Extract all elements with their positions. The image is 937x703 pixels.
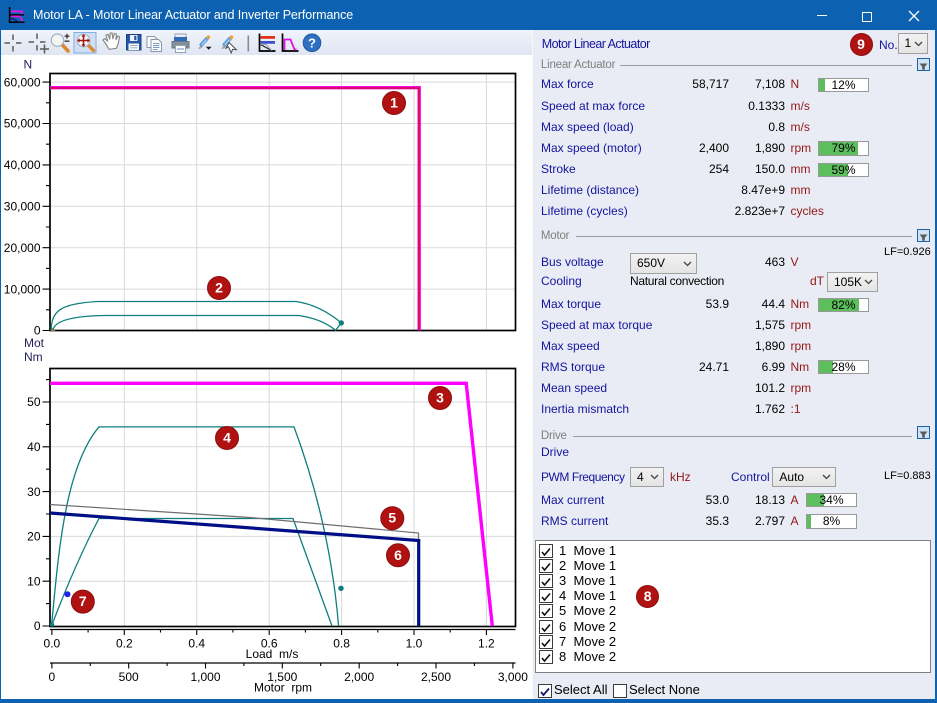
svg-text:1.0: 1.0 xyxy=(406,637,423,651)
svg-text:20: 20 xyxy=(27,530,41,544)
svg-text:7: 7 xyxy=(79,593,87,609)
svg-text:2: 2 xyxy=(215,280,223,296)
svg-text:30: 30 xyxy=(27,485,41,499)
svg-text:3,000: 3,000 xyxy=(498,670,528,684)
svg-text:0.8: 0.8 xyxy=(333,637,350,651)
svg-text:50,000: 50,000 xyxy=(4,117,41,131)
svg-text:N: N xyxy=(24,58,33,72)
svg-text:40: 40 xyxy=(27,440,41,454)
svg-text:0.2: 0.2 xyxy=(116,637,133,651)
svg-text:6: 6 xyxy=(394,547,402,563)
svg-text:20,000: 20,000 xyxy=(4,241,41,255)
svg-text:40,000: 40,000 xyxy=(4,158,41,172)
svg-text:1: 1 xyxy=(390,95,398,111)
svg-text:Motor rpm: Motor rpm xyxy=(254,681,312,695)
svg-text:5: 5 xyxy=(388,510,396,526)
svg-text:10: 10 xyxy=(27,574,41,588)
svg-text:500: 500 xyxy=(119,670,139,684)
svg-text:0: 0 xyxy=(49,670,56,684)
svg-text:2,500: 2,500 xyxy=(421,670,451,684)
svg-text:?: ? xyxy=(308,35,316,50)
svg-text:1.2: 1.2 xyxy=(478,637,495,651)
svg-text:Mot: Mot xyxy=(24,336,45,350)
svg-text:0.4: 0.4 xyxy=(188,637,205,651)
svg-text:3: 3 xyxy=(436,390,444,406)
svg-text:1,000: 1,000 xyxy=(190,670,220,684)
svg-text:10,000: 10,000 xyxy=(4,282,41,296)
svg-text:50: 50 xyxy=(27,395,41,409)
svg-text:30,000: 30,000 xyxy=(4,200,41,214)
svg-text:Load m/s: Load m/s xyxy=(246,647,299,661)
svg-text:0: 0 xyxy=(34,619,41,633)
svg-text:0.0: 0.0 xyxy=(44,637,61,651)
svg-text:2,000: 2,000 xyxy=(344,670,374,684)
svg-text:4: 4 xyxy=(223,430,231,446)
svg-text:Nm: Nm xyxy=(24,350,43,364)
svg-text:60,000: 60,000 xyxy=(4,75,41,89)
